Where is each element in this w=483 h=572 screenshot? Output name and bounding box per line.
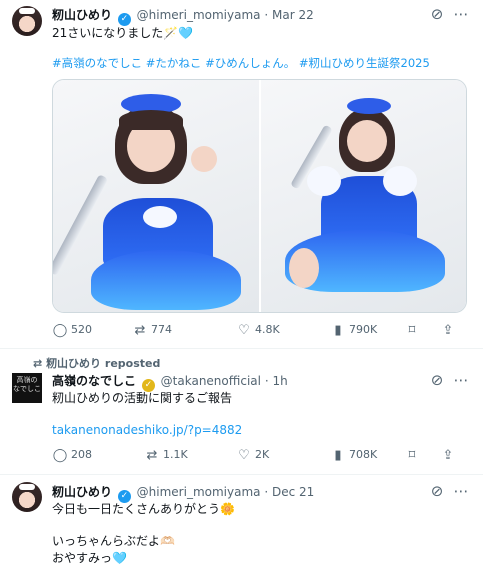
reply-count: 520 — [71, 323, 92, 336]
views-icon: ▮ — [334, 323, 342, 338]
tweet-1[interactable]: 籾山ひめり ✓ @himeri_momiyama · Mar 22 ⊘ ⋯ 21… — [0, 0, 483, 348]
display-name[interactable]: 高嶺のなでしこ — [52, 374, 136, 388]
tweet-header: 籾山ひめり ✓ @himeri_momiyama · Mar 22 — [52, 6, 314, 26]
username[interactable]: @takanenofficial — [161, 374, 261, 388]
grok-icon[interactable]: ⊘ — [428, 371, 446, 389]
like-button[interactable]: ♡ 2K — [236, 448, 269, 463]
more-options-icon[interactable]: ⋯ — [452, 5, 470, 23]
photo-right[interactable] — [261, 80, 466, 312]
repost-count: 774 — [151, 323, 172, 336]
grok-icon[interactable]: ⊘ — [428, 482, 446, 500]
bookmark-icon: ⌑ — [408, 323, 416, 338]
tweet-text: 籾山ひめりの活動に関するご報告 — [52, 391, 233, 405]
reply-icon: ◯ — [52, 448, 68, 463]
more-options-icon[interactable]: ⋯ — [452, 371, 470, 389]
share-button[interactable]: ⇪ — [440, 448, 456, 463]
separator-dot: · — [264, 374, 269, 388]
tweet-actions: ◯ 520 ⇄ 774 ♡ 4.8K ▮ 790K ⌑ ⇪ — [52, 323, 467, 341]
like-button[interactable]: ♡ 4.8K — [236, 323, 280, 338]
tweet-2[interactable]: ⇄ 籾山ひめり reposted 高嶺の なでしこ 高嶺のなでしこ ✓ @tak… — [0, 349, 483, 472]
views-button[interactable]: ▮ 790K — [330, 323, 377, 338]
tweet-text: 21さいになりました🪄🩵 — [52, 26, 194, 40]
timestamp[interactable]: 1h — [272, 374, 287, 388]
views-icon: ▮ — [334, 448, 342, 463]
hashtags[interactable]: #高嶺のなでしこ #たかねこ #ひめんしょん。 #籾山ひめり生誕祭2025 — [52, 54, 430, 72]
share-icon: ⇪ — [442, 323, 454, 338]
reply-button[interactable]: ◯ 520 — [52, 323, 92, 338]
tweet-text-line-3: おやすみっ🩵 — [52, 551, 127, 565]
views-count: 708K — [349, 448, 378, 461]
repost-button[interactable]: ⇄ 1.1K — [144, 448, 188, 463]
display-name[interactable]: 籾山ひめり — [52, 485, 112, 499]
reply-icon: ◯ — [52, 323, 68, 338]
grok-icon[interactable]: ⊘ — [428, 5, 446, 23]
media-grid[interactable] — [52, 79, 467, 313]
repost-button[interactable]: ⇄ 774 — [132, 323, 172, 338]
like-count: 4.8K — [255, 323, 280, 336]
tweet-text-line-2: いっちゃんらぶだよ🫶🏻 — [52, 534, 175, 548]
repost-small-icon: ⇄ — [33, 357, 43, 370]
display-name[interactable]: 籾山ひめり — [52, 8, 112, 22]
repost-indicator: ⇄ 籾山ひめり reposted — [33, 355, 160, 371]
tweet-actions: ◯ 208 ⇄ 1.1K ♡ 2K ▮ 708K ⌑ ⇪ — [52, 448, 467, 466]
avatar[interactable]: 高嶺の なでしこ — [12, 373, 42, 403]
separator-dot: · — [264, 485, 269, 499]
views-button[interactable]: ▮ 708K — [330, 448, 377, 463]
username[interactable]: @himeri_momiyama — [137, 8, 261, 22]
repost-count: 1.1K — [163, 448, 188, 461]
tweet-3[interactable]: 籾山ひめり ✓ @himeri_momiyama · Dec 21 ⊘ ⋯ 今日… — [0, 475, 483, 572]
bookmark-icon: ⌑ — [408, 448, 416, 463]
repost-label[interactable]: 籾山ひめり reposted — [46, 357, 160, 370]
heart-icon: ♡ — [238, 448, 250, 463]
timestamp[interactable]: Mar 22 — [272, 8, 314, 22]
timestamp[interactable]: Dec 21 — [272, 485, 314, 499]
repost-icon: ⇄ — [134, 323, 146, 338]
avatar[interactable] — [12, 6, 42, 36]
repost-icon: ⇄ — [146, 448, 158, 463]
heart-icon: ♡ — [238, 323, 250, 338]
share-icon: ⇪ — [442, 448, 454, 463]
tweet-link[interactable]: takanenonadeshiko.jp/?p=4882 — [52, 421, 242, 439]
bookmark-button[interactable]: ⌑ — [404, 448, 420, 463]
tweet-text-line-1: 今日も一日たくさんありがとう🌼 — [52, 502, 235, 516]
username[interactable]: @himeri_momiyama — [137, 485, 261, 499]
reply-count: 208 — [71, 448, 92, 461]
more-options-icon[interactable]: ⋯ — [452, 482, 470, 500]
bookmark-button[interactable]: ⌑ — [404, 323, 420, 338]
separator-dot: · — [264, 8, 269, 22]
like-count: 2K — [255, 448, 270, 461]
share-button[interactable]: ⇪ — [440, 323, 456, 338]
photo-left[interactable] — [53, 80, 259, 312]
views-count: 790K — [349, 323, 378, 336]
avatar[interactable] — [12, 482, 42, 512]
reply-button[interactable]: ◯ 208 — [52, 448, 92, 463]
